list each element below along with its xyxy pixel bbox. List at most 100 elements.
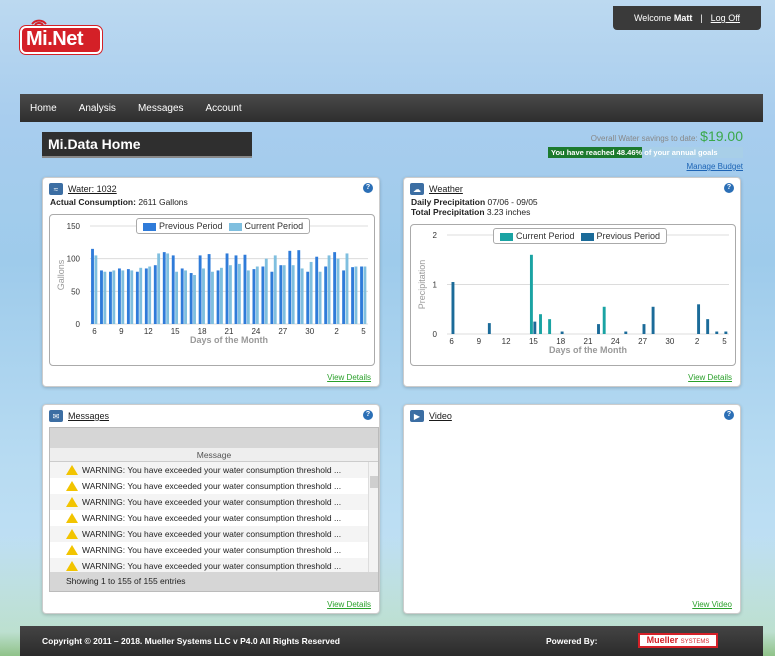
x-tick-label: 9 [477, 337, 482, 346]
bar [207, 254, 211, 324]
main-content: Mi.Data Home Overall Water savings to da… [20, 122, 763, 622]
list-item[interactable]: WARNING: You have exceeded your water co… [50, 494, 368, 510]
bar [175, 271, 179, 324]
bar [237, 263, 241, 324]
y-tick-label: 0 [433, 330, 438, 339]
logo[interactable]: Mi.Net [20, 14, 108, 54]
bar [318, 271, 322, 324]
nav-home[interactable]: Home [20, 94, 68, 122]
weather-icon: ☁ [410, 183, 424, 195]
list-item[interactable]: WARNING: You have exceeded your water co… [50, 510, 368, 526]
help-icon[interactable]: ? [724, 410, 734, 420]
legend-current: Current Period [228, 221, 303, 231]
warning-icon [66, 545, 78, 555]
nav-account[interactable]: Account [195, 94, 253, 122]
nav-analysis[interactable]: Analysis [68, 94, 127, 122]
nav-messages[interactable]: Messages [127, 94, 195, 122]
bar [270, 271, 274, 324]
bar [153, 265, 157, 324]
weather-chart: 0 1 2 Precipitation 6 9 12 15 18 21 24 27 30 2 5 Days o… [410, 224, 736, 366]
warning-icon [66, 513, 78, 523]
bar [94, 255, 98, 324]
weather-legend: Current Period Previous Period [493, 228, 668, 244]
messages-table: Message WARNING: You have exceeded your … [49, 427, 379, 592]
y-axis-label: Precipitation [417, 260, 427, 310]
message-text: WARNING: You have exceeded your water co… [82, 513, 342, 523]
water-legend: Previous Period Current Period [136, 218, 311, 234]
warning-icon [66, 497, 78, 507]
bar [651, 306, 655, 334]
list-item[interactable]: WARNING: You have exceeded your water co… [50, 478, 368, 494]
message-text: WARNING: You have exceeded your water co… [82, 497, 342, 507]
list-item[interactable]: WARNING: You have exceeded your water co… [50, 462, 368, 478]
bar [162, 252, 166, 324]
warning-icon [66, 481, 78, 491]
bar [180, 268, 184, 324]
powered-by: Powered By: [546, 636, 598, 646]
help-icon[interactable]: ? [363, 183, 373, 193]
manage-budget-link[interactable]: Manage Budget [548, 162, 744, 171]
x-tick-label: 15 [171, 327, 180, 336]
bar [189, 273, 193, 324]
bar [193, 275, 196, 324]
water-view-details[interactable]: View Details [327, 373, 371, 382]
y-tick-label: 1 [433, 281, 438, 290]
list-item[interactable]: WARNING: You have exceeded your water co… [50, 542, 368, 558]
bar [252, 269, 256, 324]
bar [273, 255, 277, 324]
water-title[interactable]: Water: 1032 [68, 184, 117, 194]
mueller-logo[interactable]: Mueller SYSTEMS [638, 633, 718, 648]
bar [184, 270, 187, 324]
weather-title[interactable]: Weather [429, 184, 463, 194]
water-icon: ≈ [49, 183, 63, 195]
footer: Copyright © 2011 – 2018. Mueller Systems… [20, 626, 763, 656]
message-text: WARNING: You have exceeded your water co… [82, 481, 342, 491]
message-text: WARNING: You have exceeded your water co… [82, 465, 342, 475]
messages-scrollbar[interactable] [368, 462, 378, 574]
bar [139, 267, 143, 324]
video-panel: ▶ Video ? View Video [403, 404, 741, 614]
y-tick-label: 2 [433, 231, 438, 240]
messages-footer: Showing 1 to 155 of 155 entries [50, 572, 378, 591]
x-axis-label: Days of the Month [549, 345, 627, 355]
view-video-link[interactable]: View Video [692, 600, 732, 609]
x-tick-label: 12 [502, 337, 511, 346]
water-chart-svg: 050100150Gallons6 9 12 15 18 21 24 27 30 2 5Days o… [56, 222, 368, 345]
bar [533, 321, 537, 334]
bar [103, 271, 107, 324]
weather-view-details[interactable]: View Details [688, 373, 732, 382]
weather-daily: Daily Precipitation 07/06 - 09/05 [411, 197, 538, 207]
bar [216, 270, 220, 324]
bar [157, 253, 161, 324]
messages-rows: WARNING: You have exceeded your water co… [50, 462, 368, 574]
legend-previous: Previous Period [580, 231, 660, 241]
message-text: WARNING: You have exceeded your water co… [82, 561, 342, 571]
bar [529, 254, 533, 334]
bar [112, 270, 116, 324]
bar [228, 265, 232, 324]
weather-chart-svg: 012Precipitation6 9 12 15 18 21 24 27 30 2 5Days o… [417, 231, 729, 355]
bar [144, 268, 148, 324]
logoff-link[interactable]: Log Off [711, 13, 740, 23]
messages-column-header[interactable]: Message [50, 448, 378, 462]
goal-progress-bar: You have reached 48.46% of your annual g… [548, 147, 743, 158]
legend-current: Current Period [500, 231, 575, 241]
bar [297, 250, 301, 324]
goal-text: You have reached 48.46% of your annual g… [551, 148, 718, 157]
x-tick-label: 9 [119, 327, 124, 336]
bar [291, 265, 295, 324]
bar [246, 270, 250, 324]
savings-label: Overall Water savings to date: [590, 134, 698, 143]
messages-title[interactable]: Messages [68, 411, 109, 421]
x-tick-label: 5 [722, 337, 727, 346]
video-icon: ▶ [410, 410, 424, 422]
help-icon[interactable]: ? [363, 410, 373, 420]
page-title: Mi.Data Home [42, 132, 252, 158]
messages-view-details[interactable]: View Details [327, 600, 371, 609]
list-item[interactable]: WARNING: You have exceeded your water co… [50, 526, 368, 542]
video-title[interactable]: Video [429, 411, 452, 421]
x-tick-label: 30 [305, 327, 314, 336]
bar [202, 268, 205, 324]
bar [336, 258, 340, 324]
help-icon[interactable]: ? [724, 183, 734, 193]
